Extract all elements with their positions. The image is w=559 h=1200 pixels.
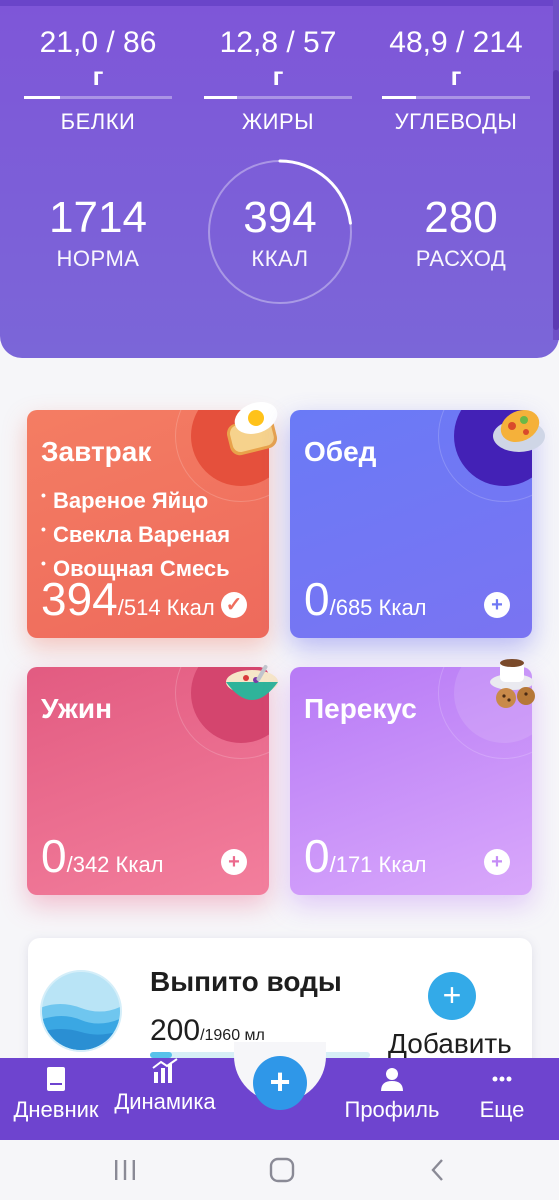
meal-kcal-value: 394 <box>41 573 118 625</box>
nav-label: Дневник <box>13 1097 99 1122</box>
more-icon <box>492 1076 512 1082</box>
summary-header: 21,0 / 86 г БЕЛКИ 12,8 / 57 г ЖИРЫ 48,9 … <box>0 0 559 358</box>
check-icon[interactable]: ✓ <box>221 592 247 618</box>
meal-kcal-goal: /514 Ккал <box>117 595 215 620</box>
back-icon[interactable] <box>428 1158 448 1182</box>
recent-apps-icon[interactable] <box>112 1158 138 1182</box>
meal-kcal: 0/685 Ккал <box>304 576 427 622</box>
water-ball-icon <box>40 970 122 1052</box>
omelette-plate-icon <box>493 409 545 452</box>
meal-item: Вареное Яйцо <box>41 478 230 518</box>
macro-protein-bar <box>24 96 172 99</box>
burn-value: 280 <box>424 193 498 242</box>
nav-label: Профиль <box>344 1097 440 1122</box>
meal-kcal-value: 0 <box>41 830 67 882</box>
meal-title: Ужин <box>41 693 113 724</box>
scrollbar-thumb[interactable] <box>553 70 559 330</box>
macro-protein-unit: г <box>92 61 104 91</box>
meal-kcal-goal: /685 Ккал <box>329 595 427 620</box>
chart-icon <box>152 1058 178 1083</box>
water-amount-value: 200 <box>150 1014 201 1047</box>
status-strip <box>0 0 559 6</box>
water-add-button[interactable]: + <box>428 972 476 1020</box>
meal-item: Свекла Вареная <box>41 512 230 552</box>
meal-kcal-goal: /342 Ккал <box>66 852 164 877</box>
macro-fat-unit: г <box>272 61 284 91</box>
macro-protein-fill <box>24 96 60 99</box>
macro-protein: 21,0 / 86 г БЕЛКИ <box>18 26 178 135</box>
macro-fat-bar <box>204 96 352 99</box>
nav-label: Еще <box>479 1097 525 1122</box>
nav-item-more[interactable]: Еще <box>466 1066 538 1123</box>
nav-item-diary[interactable]: Дневник <box>4 1066 108 1123</box>
macro-protein-label: БЕЛКИ <box>60 109 136 134</box>
add-icon[interactable]: + <box>221 849 247 875</box>
norm-stat: 1714 НОРМА <box>18 192 178 272</box>
norm-value: 1714 <box>49 193 147 242</box>
burn-label: РАСХОД <box>415 246 507 271</box>
macro-fat-value: 12,8 / 57 <box>219 26 337 59</box>
add-icon[interactable]: + <box>484 592 510 618</box>
meal-title: Завтрак <box>41 436 152 467</box>
scrollbar[interactable] <box>553 0 559 340</box>
meal-kcal: 0/342 Ккал <box>41 833 164 879</box>
egg-toast-icon <box>226 402 278 456</box>
meal-items: Вареное Яйцо Свекла Вареная Овощная Смес… <box>41 478 230 586</box>
macro-carbs-label: УГЛЕВОДЫ <box>394 109 518 134</box>
norm-label: НОРМА <box>56 246 140 271</box>
burn-stat: 280 РАСХОД <box>381 192 541 272</box>
water-title: Выпито воды <box>150 966 342 997</box>
macro-fat-label: ЖИРЫ <box>241 109 315 134</box>
meal-title: Перекус <box>304 693 417 724</box>
nav-item-profile[interactable]: Профиль <box>334 1066 450 1123</box>
system-nav-bar <box>0 1140 559 1200</box>
water-add-label[interactable]: Добавить <box>388 1028 512 1060</box>
nav-item-dynamics[interactable]: Динамика <box>110 1058 220 1115</box>
macro-carbs-unit: г <box>450 61 462 91</box>
macro-protein-value: 21,0 / 86 <box>39 26 157 59</box>
macro-carbs: 48,9 / 214 г УГЛЕВОДЫ <box>376 26 536 135</box>
meal-kcal: 394/514 Ккал <box>41 576 215 622</box>
person-icon <box>381 1068 403 1091</box>
porridge-bowl-icon <box>226 664 278 700</box>
meal-kcal-goal: /171 Ккал <box>329 852 427 877</box>
nav-label: Динамика <box>114 1089 216 1114</box>
book-icon <box>47 1067 65 1091</box>
meal-kcal-value: 0 <box>304 573 330 625</box>
add-icon[interactable]: + <box>484 849 510 875</box>
home-icon[interactable] <box>268 1156 296 1184</box>
meal-title: Обед <box>304 436 377 467</box>
coffee-cookies-icon <box>490 659 535 708</box>
meal-kcal-value: 0 <box>304 830 330 882</box>
eaten-stat: 394 ККАЛ <box>206 192 354 272</box>
eaten-value: 394 <box>243 193 317 242</box>
add-entry-button[interactable]: + <box>253 1056 307 1110</box>
macro-carbs-bar <box>382 96 530 99</box>
meal-kcal: 0/171 Ккал <box>304 833 427 879</box>
macro-fat: 12,8 / 57 г ЖИРЫ <box>198 26 358 135</box>
macro-carbs-fill <box>382 96 417 99</box>
macro-carbs-value: 48,9 / 214 <box>389 26 523 59</box>
macro-fat-fill <box>204 96 237 99</box>
eaten-label: ККАЛ <box>251 246 309 271</box>
